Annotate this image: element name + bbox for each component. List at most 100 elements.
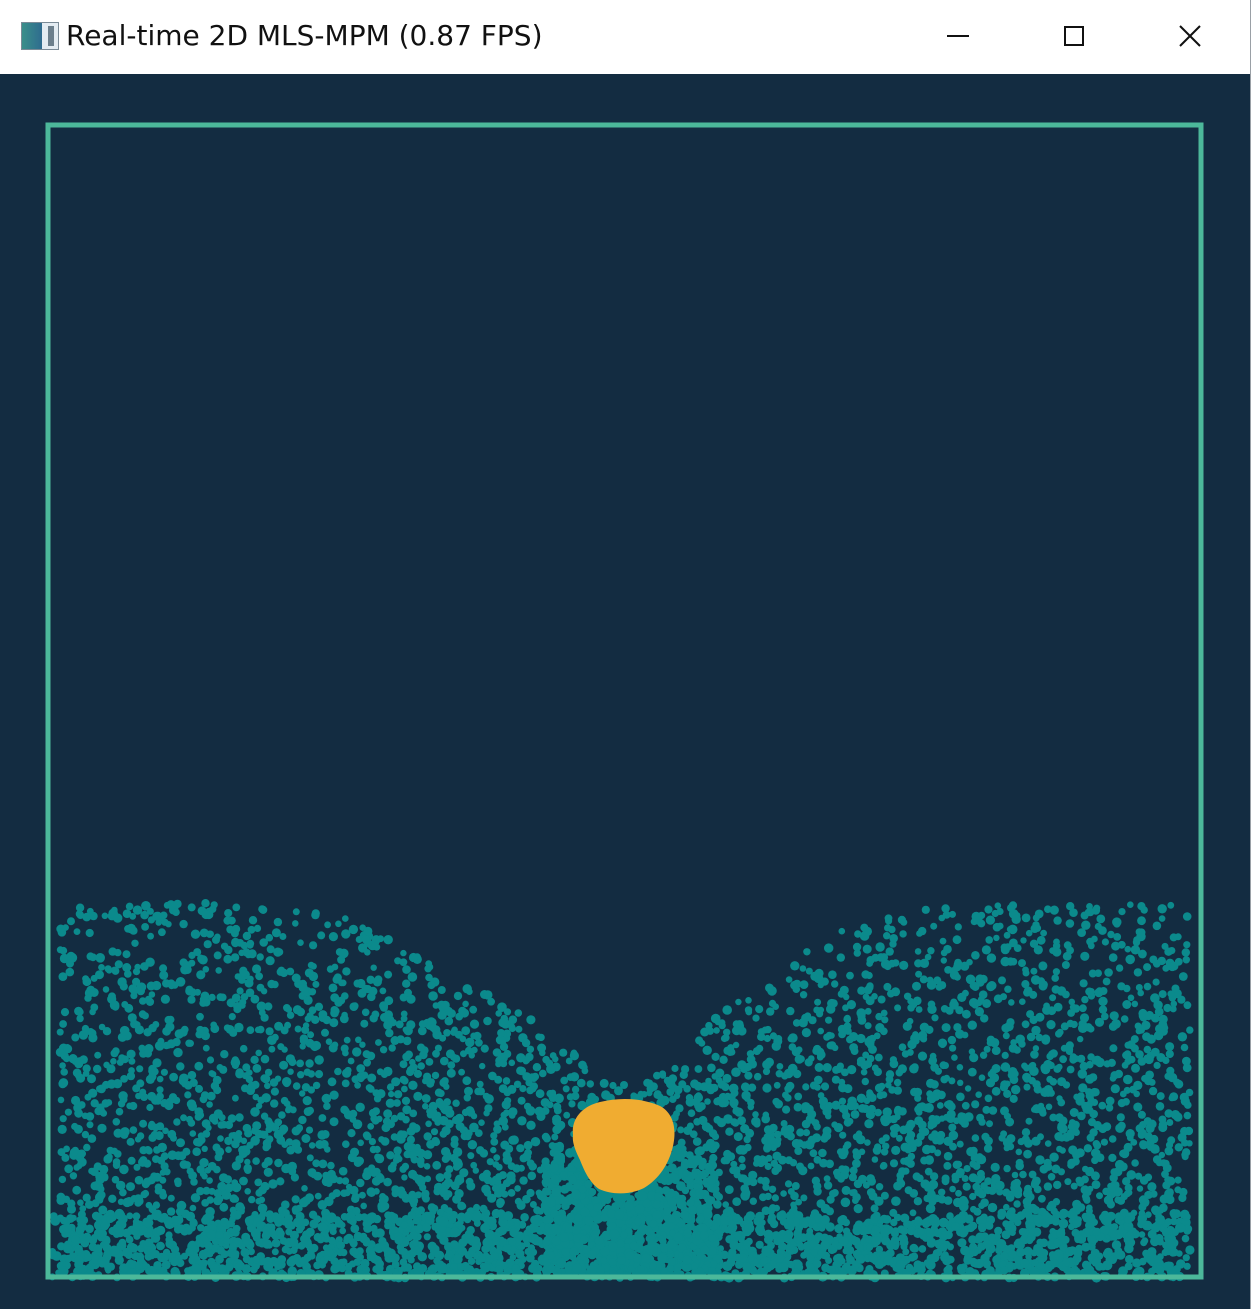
- fluid-particle: [268, 1045, 276, 1053]
- fluid-particle: [1052, 968, 1060, 976]
- fluid-particle: [961, 1101, 970, 1110]
- fluid-particle: [97, 1123, 107, 1133]
- fluid-particle: [446, 1068, 456, 1078]
- fluid-particle: [285, 1106, 292, 1114]
- fluid-particle: [788, 1043, 797, 1051]
- fluid-particle: [89, 911, 98, 921]
- fluid-particle: [846, 1117, 854, 1125]
- close-button[interactable]: [1134, 0, 1246, 72]
- fluid-particle: [454, 1030, 463, 1039]
- fluid-particle: [131, 939, 139, 947]
- fluid-particle: [1013, 944, 1022, 952]
- fluid-particle: [865, 971, 873, 980]
- fluid-particle: [308, 1142, 316, 1149]
- fluid-particle: [144, 1049, 152, 1058]
- fluid-particle: [73, 1124, 83, 1134]
- minimize-button[interactable]: [902, 0, 1014, 72]
- fluid-particle: [1098, 1101, 1107, 1110]
- fluid-particle: [1121, 1061, 1129, 1069]
- fluid-particle: [64, 1108, 72, 1116]
- fluid-particle: [745, 997, 752, 1004]
- fluid-particle: [127, 1156, 136, 1165]
- fluid-particle: [695, 1036, 704, 1045]
- fluid-particle: [187, 995, 196, 1004]
- fluid-particle: [467, 1140, 478, 1150]
- fluid-particle: [729, 1166, 737, 1175]
- fluid-particle: [1169, 1092, 1179, 1101]
- fluid-particle: [57, 928, 67, 937]
- fluid-particle: [708, 1129, 718, 1138]
- fluid-particle: [795, 1198, 802, 1206]
- fluid-particle: [915, 1006, 923, 1013]
- fluid-particle: [755, 1044, 764, 1053]
- fluid-particle: [295, 1211, 305, 1221]
- fluid-particle: [991, 1046, 1001, 1055]
- fluid-particle: [429, 1110, 438, 1119]
- fluid-particle: [673, 1092, 681, 1100]
- fluid-particle: [1116, 1113, 1125, 1122]
- fluid-particle: [122, 963, 132, 972]
- fluid-particle: [1044, 1088, 1053, 1097]
- fluid-particle: [1152, 959, 1161, 968]
- fluid-particle: [255, 1102, 263, 1110]
- fluid-particle: [1130, 1139, 1138, 1146]
- fluid-particle: [1079, 1004, 1087, 1013]
- fluid-particle: [1122, 1000, 1132, 1009]
- fluid-particle: [307, 961, 315, 969]
- app-window-icon[interactable]: [21, 22, 59, 50]
- fluid-particle: [978, 1074, 986, 1081]
- fluid-particle: [151, 1067, 159, 1076]
- fluid-particle: [874, 1083, 884, 1093]
- fluid-particle: [393, 1090, 403, 1099]
- fluid-particle: [522, 1152, 532, 1162]
- fluid-particle: [866, 956, 875, 965]
- fluid-particle: [1042, 1005, 1052, 1015]
- fluid-particle: [59, 1062, 66, 1069]
- fluid-particle: [1000, 1130, 1008, 1138]
- fluid-particle: [831, 1189, 839, 1197]
- fluid-particle: [983, 1045, 991, 1053]
- fluid-particle: [804, 1012, 812, 1020]
- fluid-particle: [490, 1146, 497, 1154]
- fluid-particle: [287, 1068, 294, 1075]
- fluid-particle: [938, 1188, 946, 1197]
- fluid-particle: [784, 1180, 793, 1188]
- fluid-particle: [175, 1207, 185, 1216]
- maximize-button[interactable]: [1018, 0, 1130, 72]
- fluid-particle: [382, 1117, 392, 1126]
- fluid-particle: [1182, 912, 1192, 921]
- fluid-particle: [738, 1155, 746, 1163]
- fluid-particle: [110, 1001, 118, 1009]
- fluid-particle: [906, 1017, 914, 1025]
- fluid-particle: [874, 1053, 883, 1062]
- fluid-particle: [934, 1149, 942, 1157]
- fluid-particle: [1006, 1142, 1015, 1151]
- fluid-particle: [1093, 904, 1101, 912]
- simulation-canvas[interactable]: [0, 74, 1250, 1309]
- fluid-particle: [990, 1162, 1000, 1172]
- fluid-particle: [156, 1075, 164, 1083]
- fluid-particle: [717, 1080, 727, 1089]
- fluid-particle: [515, 1025, 523, 1033]
- fluid-particle: [839, 1131, 847, 1139]
- fluid-particle: [883, 932, 891, 940]
- fluid-particle: [402, 1115, 410, 1124]
- fluid-particle: [1095, 1153, 1105, 1162]
- fluid-particle: [422, 1222, 432, 1232]
- title-bar[interactable]: Real-time 2D MLS-MPM (0.87 FPS): [0, 0, 1250, 74]
- fluid-particle: [949, 1142, 957, 1151]
- fluid-particle: [649, 1082, 658, 1091]
- fluid-particle: [301, 1026, 310, 1034]
- fluid-particle: [89, 988, 99, 997]
- fluid-particle: [1114, 1212, 1124, 1221]
- fluid-particle: [1021, 1128, 1031, 1137]
- fluid-particle: [93, 1064, 102, 1074]
- fluid-particle: [761, 1176, 770, 1186]
- fluid-particle: [782, 1105, 791, 1114]
- fluid-particle: [1011, 1085, 1021, 1095]
- fluid-particle: [225, 1146, 232, 1153]
- fluid-particle: [790, 980, 799, 990]
- fluid-particle: [121, 1055, 129, 1064]
- fluid-particle: [1109, 1011, 1119, 1021]
- fluid-particle: [151, 1123, 160, 1132]
